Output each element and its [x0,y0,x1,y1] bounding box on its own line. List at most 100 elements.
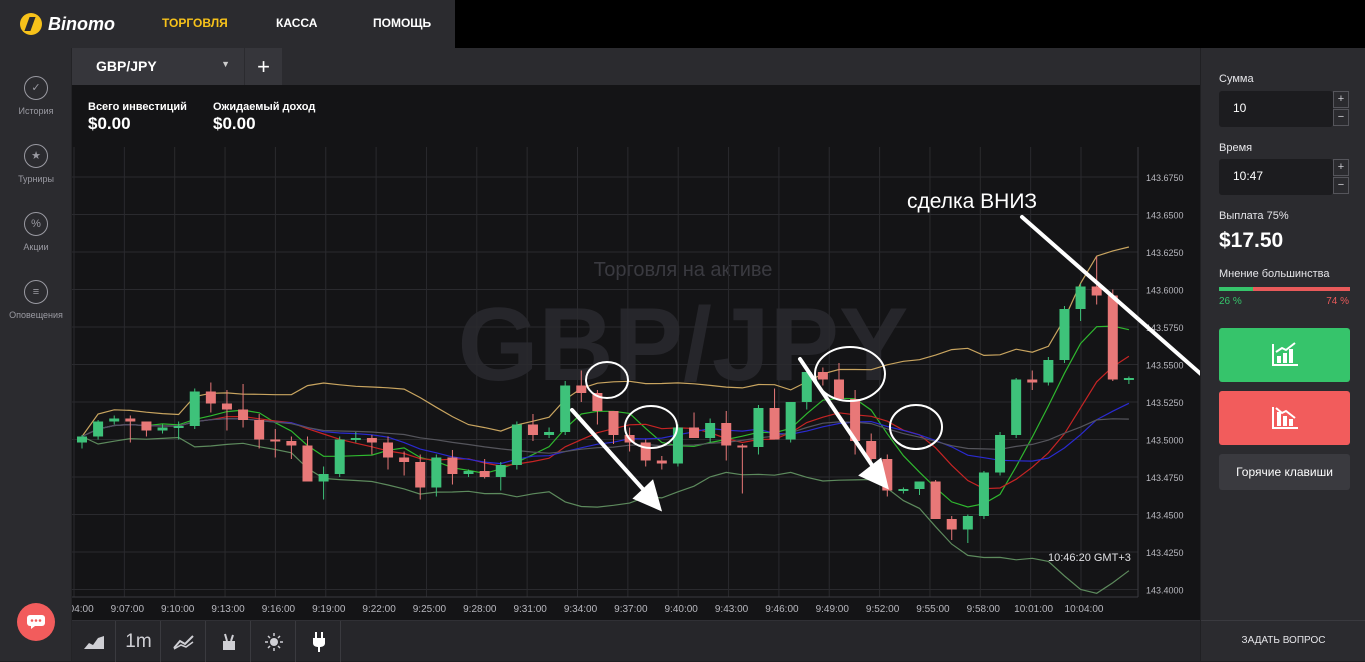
candle [205,391,216,404]
highlight-circle [624,405,678,449]
candle [221,403,232,410]
candle [399,457,410,462]
sidebar-item-notifications[interactable]: ≡ Оповещения [0,280,72,320]
y-tick-label: 143.5500 [1146,361,1184,371]
y-tick-label: 143.5250 [1146,398,1184,408]
candle [656,460,667,464]
check-icon: ✓ [24,76,48,100]
candle [753,408,764,447]
indicators-icon [172,634,194,650]
top-bar: Binomo ТОРГОВЛЯ КАССА ПОМОЩЬ [0,0,1365,48]
amount-label: Сумма [1219,73,1254,85]
candle [125,418,136,422]
time-field[interactable]: 10:47 [1219,159,1333,195]
candle [560,385,571,432]
candle [157,427,168,431]
chart-clock: 10:46:20 GMT+3 [1048,552,1131,564]
candle [511,424,522,465]
sidebar-item-history[interactable]: ✓ История [0,76,72,116]
candle [1043,360,1054,383]
trade-panel: Сумма 10 Время 10:47 Выплата 75% $17.50 … [1200,48,1365,661]
price-chart[interactable]: Торговля на активе GBP/JPY 143.6750143.6… [72,85,1200,620]
candle [930,481,941,519]
y-tick-label: 143.4750 [1146,473,1184,483]
timeframe-button[interactable]: 1m [117,621,161,662]
candle [141,421,152,431]
candle [995,435,1006,473]
nav-cashier[interactable]: КАССА [276,16,317,30]
time-label: Время [1219,142,1253,154]
sidebar-item-label: Оповещения [9,310,63,320]
connection-button[interactable] [297,621,341,662]
sidebar-item-tournaments[interactable]: ★ Турниры [0,144,72,184]
trophy-icon: ★ [24,144,48,168]
y-tick-label: 143.5000 [1146,436,1184,446]
trade-down-button[interactable] [1219,391,1350,445]
up-percent: 26 % [1219,296,1242,307]
candle [946,519,957,530]
trade-up-button[interactable] [1219,328,1350,382]
logo-icon [20,13,42,35]
theme-toggle-button[interactable] [252,621,296,662]
nav-trading[interactable]: ТОРГОВЛЯ [162,16,228,30]
arrowhead-icon [858,457,889,490]
candle [576,385,587,393]
x-tick-label: 9:19:00 [312,604,346,615]
candle [640,442,651,461]
x-tick-label: 9:22:00 [362,604,396,615]
add-asset-button[interactable]: + [245,48,282,85]
x-tick-label: 9:49:00 [816,604,850,615]
candle [189,391,200,426]
asset-selector[interactable]: GBP/JPY ▼ [72,48,244,85]
chart-area[interactable]: Всего инвестиций $0.00 Ожидаемый доход $… [72,85,1200,620]
candle [431,457,442,488]
nav-help[interactable]: ПОМОЩЬ [373,16,431,30]
candle [672,427,683,464]
x-tick-label: 9:07:00 [111,604,145,615]
amount-decrease-button[interactable]: − [1333,109,1349,126]
candle [366,438,377,443]
candle [1075,286,1086,309]
candle [833,379,844,399]
pencil-cup-icon [222,633,235,650]
indicators-button[interactable] [162,621,206,662]
logo[interactable]: Binomo [20,12,115,36]
ask-question-button[interactable]: ЗАДАТЬ ВОПРОС [1201,620,1365,661]
hotkeys-button[interactable]: Горячие клавиши [1219,454,1350,490]
down-percent: 74 % [1326,296,1349,307]
amount-field[interactable]: 10 [1219,91,1333,127]
plug-icon [312,631,325,652]
candle [270,439,281,442]
x-tick-label: 9:52:00 [866,604,900,615]
y-tick-label: 143.4500 [1146,511,1184,521]
drawing-tools-button[interactable] [207,621,251,662]
sidebar-item-label: Акции [23,242,49,252]
chart-type-area-button[interactable] [72,621,116,662]
x-tick-label: 10:04:00 [1065,604,1104,615]
time-increase-button[interactable]: + [1333,159,1349,176]
candle [302,445,313,482]
asset-tab-bar: GBP/JPY ▼ + [72,48,1200,85]
candle [238,409,249,420]
candle [527,424,538,435]
candle [447,457,458,474]
candle [898,489,909,491]
logo-text: Binomo [48,13,115,34]
amount-increase-button[interactable]: + [1333,91,1349,108]
x-tick-label: 10:01:00 [1014,604,1053,615]
watermark-caption: Торговля на активе [594,259,773,281]
majority-opinion-up-fill [1219,287,1254,291]
support-chat-button[interactable] [17,603,55,641]
candle [737,445,748,448]
candle [785,402,796,440]
time-decrease-button[interactable]: − [1333,177,1349,194]
sidebar-item-label: История [18,106,54,116]
candle [383,442,394,458]
sidebar-item-promotions[interactable]: % Акции [0,212,72,252]
y-tick-label: 143.6750 [1146,173,1184,183]
x-tick-label: 9:31:00 [513,604,547,615]
redacted-area [455,0,1365,48]
candle [1107,295,1118,380]
notifications-icon: ≡ [24,280,48,304]
x-tick-label: 9:04:00 [72,604,94,615]
